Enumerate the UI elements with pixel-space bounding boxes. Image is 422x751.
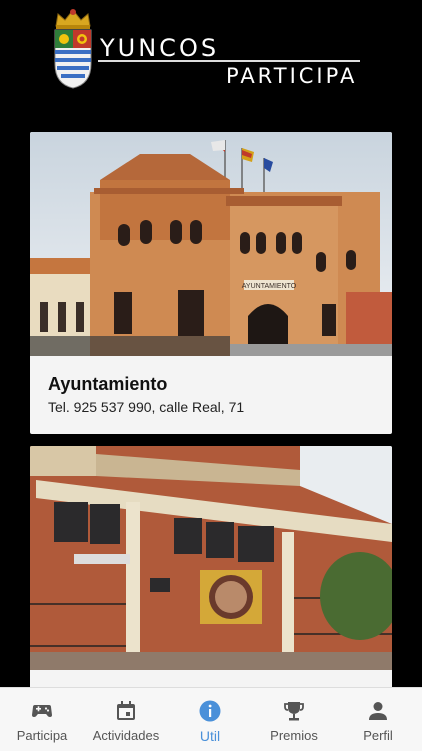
- nav-label: Actividades: [92, 728, 160, 743]
- info-icon: [199, 700, 221, 722]
- building-sign: AYUNTAMIENTO: [242, 283, 297, 290]
- nav-label: Premios: [270, 728, 318, 743]
- nav-tab-actividades[interactable]: Actividades: [84, 688, 168, 751]
- trophy-icon: [284, 702, 304, 721]
- nav-tab-premios[interactable]: Premios: [252, 688, 336, 751]
- gamepad-icon: [32, 705, 52, 717]
- nav-label: Util: [199, 728, 221, 744]
- place-card-second[interactable]: [30, 446, 392, 696]
- brand-name-line2: PARTICIPA: [226, 64, 358, 88]
- second-building-photo: [30, 446, 392, 670]
- card-contact: Tel. 925 537 990, calle Real, 71: [48, 399, 245, 415]
- card-title: Ayuntamiento: [48, 374, 168, 394]
- ayuntamiento-photo: AYUNTAMIENTO: [30, 132, 392, 356]
- place-card-ayuntamiento[interactable]: AYUNTAMIENTO Ayuntamiento Tel. 925 537 9…: [30, 132, 392, 434]
- municipal-crest-logo: [54, 9, 92, 89]
- nav-label: Perfil: [363, 728, 393, 743]
- nav-tab-util[interactable]: Util: [168, 688, 252, 751]
- person-icon: [369, 702, 387, 720]
- brand-name-line1: YUNCOS: [100, 34, 220, 62]
- nav-tab-participa[interactable]: Participa: [0, 688, 84, 751]
- app-header: YUNCOS PARTICIPA: [0, 0, 422, 110]
- nav-label: Participa: [16, 728, 68, 743]
- nav-tab-perfil[interactable]: Perfil: [336, 688, 420, 751]
- bottom-navigation-bar: Participa Actividades Util Premios Perfi…: [0, 687, 422, 751]
- calendar-icon: [117, 701, 135, 720]
- brand-divider: [98, 60, 360, 62]
